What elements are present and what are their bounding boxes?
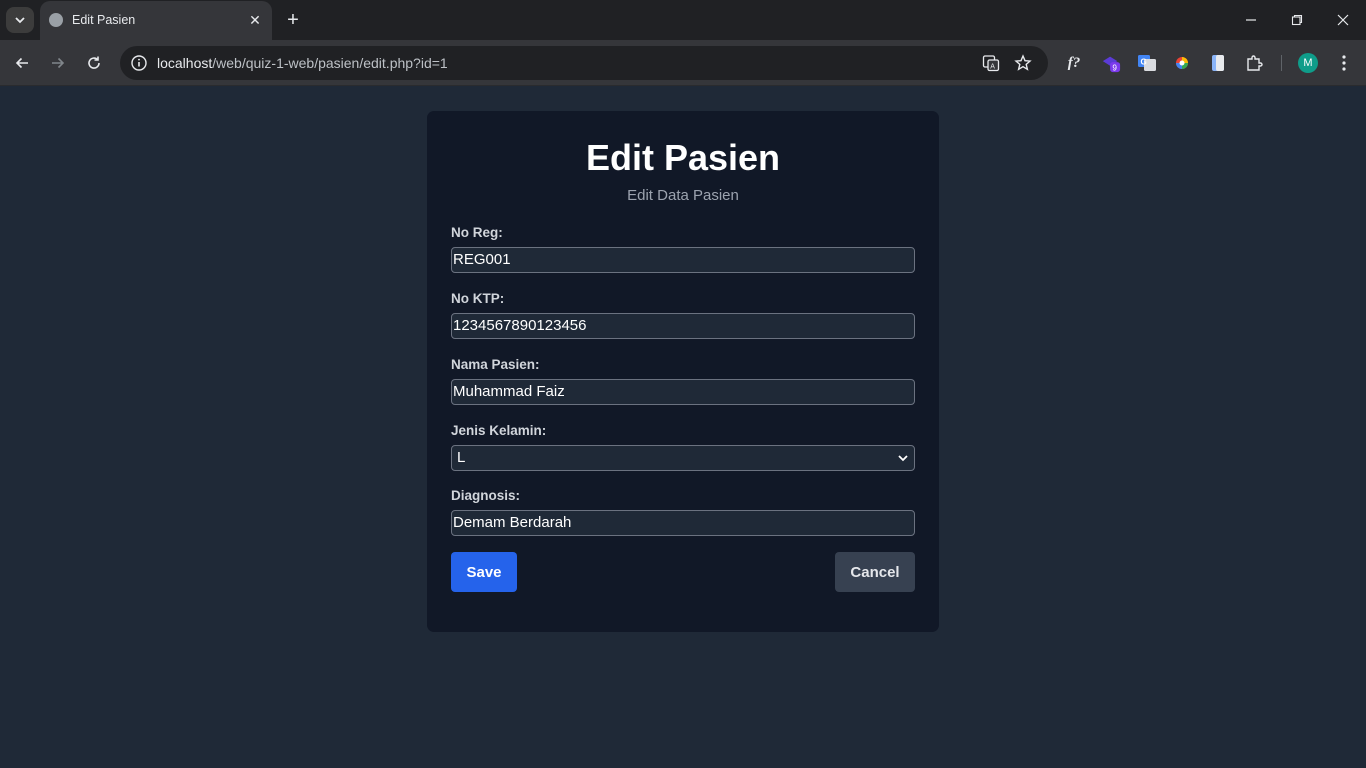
close-tab-icon[interactable]: ✕ xyxy=(246,11,264,29)
extensions-puzzle-icon[interactable] xyxy=(1244,53,1264,73)
close-icon xyxy=(1337,14,1349,26)
jenis-kelamin-select[interactable]: L xyxy=(451,445,915,471)
google-translate-extension-icon[interactable]: G xyxy=(1137,53,1157,73)
browser-tab[interactable]: Edit Pasien ✕ xyxy=(40,1,272,40)
svg-text:9: 9 xyxy=(1112,63,1117,72)
jenis-kelamin-label: Jenis Kelamin: xyxy=(451,423,547,438)
new-tab-button[interactable]: + xyxy=(282,9,304,31)
save-button[interactable]: Save xyxy=(451,552,517,592)
restore-icon xyxy=(1291,14,1303,26)
url-text: localhost/web/quiz-1-web/pasien/edit.php… xyxy=(157,55,448,71)
kebab-menu-icon[interactable] xyxy=(1334,53,1354,73)
profile-avatar[interactable]: M xyxy=(1298,53,1318,73)
restore-button[interactable] xyxy=(1285,8,1309,32)
tab-search-button[interactable] xyxy=(6,7,34,33)
address-bar[interactable]: localhost/web/quiz-1-web/pasien/edit.php… xyxy=(120,46,1048,80)
reload-button[interactable] xyxy=(82,51,106,75)
tab-strip: Edit Pasien ✕ + xyxy=(0,0,1366,40)
no-ktp-label: No KTP: xyxy=(451,291,505,306)
nama-pasien-input[interactable]: Muhammad Faiz xyxy=(451,379,915,405)
nama-pasien-label: Nama Pasien: xyxy=(451,357,540,372)
page-subtitle: Edit Data Pasien xyxy=(627,187,739,204)
forward-button[interactable] xyxy=(46,51,70,75)
translate-icon[interactable]: A xyxy=(981,53,1001,73)
formula-extension-icon[interactable]: f? xyxy=(1064,53,1084,73)
diagnosis-label: Diagnosis: xyxy=(451,488,521,503)
docs-extension-icon[interactable] xyxy=(1208,53,1228,73)
no-reg-label: No Reg: xyxy=(451,225,503,240)
minimize-button[interactable] xyxy=(1239,8,1263,32)
minimize-icon xyxy=(1246,19,1256,21)
close-window-button[interactable] xyxy=(1331,8,1355,32)
no-ktp-input[interactable]: 1234567890123456 xyxy=(451,313,915,339)
color-extension-icon[interactable] xyxy=(1172,53,1192,73)
edit-form-card: Edit Pasien Edit Data Pasien No Reg: REG… xyxy=(427,111,939,632)
page-body: Edit Pasien Edit Data Pasien No Reg: REG… xyxy=(0,87,1366,768)
toolbar-separator xyxy=(1281,55,1282,71)
reload-icon xyxy=(88,56,100,69)
diagnosis-input[interactable]: Demam Berdarah xyxy=(451,510,915,536)
arrow-right-icon xyxy=(52,57,65,69)
globe-icon xyxy=(49,13,63,27)
browser-toolbar: localhost/web/quiz-1-web/pasien/edit.php… xyxy=(0,40,1366,86)
arrow-left-icon xyxy=(15,57,28,69)
chevron-down-icon xyxy=(898,455,908,462)
jenis-kelamin-value: L xyxy=(457,449,466,466)
purple-extension-icon[interactable]: 9 xyxy=(1101,53,1121,73)
page-title: Edit Pasien xyxy=(585,137,781,178)
chevron-down-icon xyxy=(15,17,25,24)
svg-text:A: A xyxy=(990,64,995,71)
cancel-button[interactable]: Cancel xyxy=(835,552,915,592)
site-info-icon[interactable] xyxy=(130,54,148,72)
back-button[interactable] xyxy=(10,51,34,75)
tab-title: Edit Pasien xyxy=(72,13,136,27)
bookmark-star-icon[interactable] xyxy=(1013,53,1033,73)
svg-text:G: G xyxy=(1141,58,1147,67)
no-reg-input[interactable]: REG001 xyxy=(451,247,915,273)
